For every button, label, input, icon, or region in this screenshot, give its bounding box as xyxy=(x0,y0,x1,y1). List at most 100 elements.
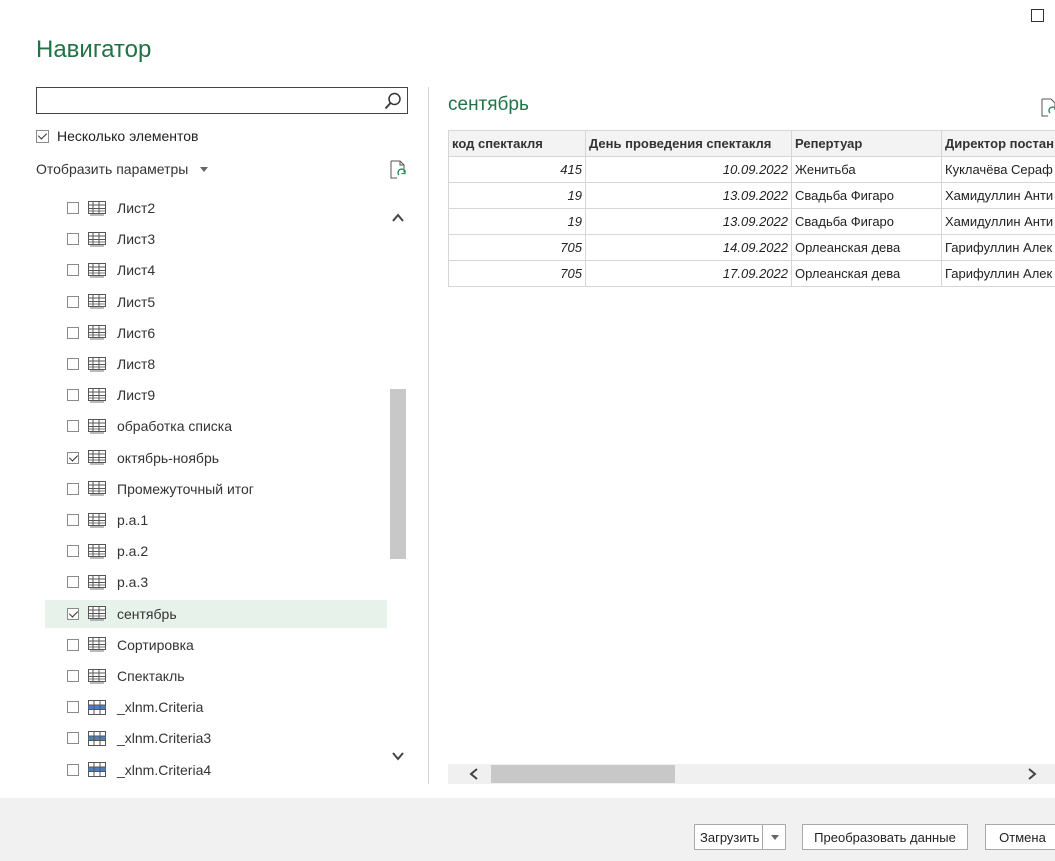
item-checkbox[interactable] xyxy=(67,389,79,402)
load-split-button[interactable]: Загрузить xyxy=(694,824,786,850)
load-options-button[interactable] xyxy=(763,834,785,840)
list-item[interactable]: Промежуточный итог xyxy=(45,475,387,503)
display-options-dropdown[interactable]: Отобразить параметры xyxy=(36,161,209,177)
item-checkbox[interactable] xyxy=(67,638,79,651)
item-checkbox[interactable] xyxy=(67,763,79,776)
list-item[interactable]: Лист4 xyxy=(45,256,387,284)
item-checkbox[interactable] xyxy=(67,701,79,714)
sheet-icon xyxy=(88,637,106,652)
table-row: 415 10.09.2022 Женитьба Куклачёва Сераф xyxy=(448,156,1055,183)
item-checkbox[interactable] xyxy=(67,576,79,589)
item-label: _xlnm.Criteria xyxy=(117,699,204,716)
item-label: обработка списка xyxy=(117,418,233,435)
multi-select-checkbox[interactable] xyxy=(36,129,49,143)
table-cell: Гарифуллин Алек xyxy=(941,260,1055,287)
list-item[interactable]: р.а.3 xyxy=(45,568,387,596)
load-button[interactable]: Загрузить xyxy=(695,825,763,849)
item-checkbox[interactable] xyxy=(67,545,79,558)
vertical-scrollbar[interactable] xyxy=(388,192,409,786)
list-item[interactable]: Спектакль xyxy=(45,662,387,690)
search-input[interactable] xyxy=(41,89,375,114)
list-item[interactable]: р.а.1 xyxy=(45,506,387,534)
list-item[interactable]: сентябрь xyxy=(45,599,387,628)
table-cell: 19 xyxy=(448,208,586,235)
item-checkbox[interactable] xyxy=(67,451,79,464)
sheet-icon xyxy=(88,262,106,278)
item-checkbox[interactable] xyxy=(67,202,79,214)
table-header-row: код спектакля День проведения спектакля … xyxy=(448,130,1055,157)
item-checkbox[interactable] xyxy=(67,358,79,370)
list-item[interactable]: _xlnm.Criteria4 xyxy=(45,756,387,784)
list-item[interactable]: Сортировка xyxy=(45,631,387,659)
item-checkbox[interactable] xyxy=(67,482,79,495)
item-checkbox[interactable] xyxy=(67,295,79,308)
list-item[interactable]: Лист8 xyxy=(45,350,387,378)
list-item[interactable]: Лист6 xyxy=(45,319,387,347)
table-cell: Женитьба xyxy=(791,156,942,183)
scroll-up-icon[interactable] xyxy=(392,212,404,224)
column-header: День проведения спектакля xyxy=(585,130,792,157)
item-checkbox[interactable] xyxy=(67,420,79,433)
item-checkbox[interactable] xyxy=(67,607,79,620)
item-label: _xlnm.Criteria4 xyxy=(117,761,212,778)
item-label: Лист3 xyxy=(117,231,156,248)
list-item[interactable]: обработка списка xyxy=(45,412,387,440)
item-checkbox[interactable] xyxy=(67,233,79,246)
caret-down-icon xyxy=(200,166,209,172)
table-row: 19 13.09.2022 Свадьба Фигаро Хамидуллин Ант… xyxy=(448,208,1055,235)
table-row: 705 17.09.2022 Орлеанская дева Гарифуллин А… xyxy=(448,260,1055,287)
table-cell: 705 xyxy=(448,234,586,261)
table-cell: 705 xyxy=(448,260,586,287)
refresh-preview-icon[interactable] xyxy=(1040,98,1055,118)
item-label: р.а.1 xyxy=(117,512,149,528)
table-cell: Орлеанская дева xyxy=(791,234,942,261)
item-checkbox[interactable] xyxy=(67,514,79,526)
caret-down-icon xyxy=(770,834,779,840)
list-item[interactable]: Лист9 xyxy=(45,381,387,409)
list-item[interactable]: Лист2 xyxy=(45,194,387,222)
list-item[interactable]: _xlnm.Criteria3 xyxy=(45,724,387,752)
horizontal-scroll-thumb[interactable] xyxy=(491,765,675,783)
item-label: _xlnm.Criteria3 xyxy=(117,730,212,747)
item-checkbox[interactable] xyxy=(67,670,79,682)
sheet-icon xyxy=(88,450,106,465)
list-item[interactable]: Лист5 xyxy=(45,288,387,316)
sheet-icon xyxy=(88,200,106,215)
preview-title: сентябрь xyxy=(448,94,529,115)
table-cell: Хамидуллин Анти xyxy=(941,208,1055,235)
cancel-button[interactable]: Отмена xyxy=(985,824,1055,850)
item-label: Лист8 xyxy=(117,356,156,372)
multi-select-option[interactable]: Несколько элементов xyxy=(36,128,199,144)
list-item[interactable]: _xlnm.Criteria xyxy=(45,693,387,721)
navigator-item-list[interactable]: Лист2 Лист3 Лист4 Лист5 Лист6 Лист8 Лист9 обраб… xyxy=(45,192,387,786)
display-options-label: Отобразить параметры xyxy=(36,161,189,177)
table-row: 705 14.09.2022 Орлеанская дева Гарифуллин А… xyxy=(448,234,1055,261)
item-checkbox[interactable] xyxy=(67,326,79,339)
maximize-button[interactable] xyxy=(1031,9,1044,22)
horizontal-scrollbar[interactable] xyxy=(448,764,1055,784)
table-cell: 13.09.2022 xyxy=(585,208,792,235)
search-icon[interactable] xyxy=(383,91,403,111)
column-header: Репертуар xyxy=(791,130,942,157)
table-cell: Орлеанская дева xyxy=(791,260,942,287)
scroll-right-icon[interactable] xyxy=(1026,768,1038,780)
item-checkbox[interactable] xyxy=(67,732,79,745)
item-label: Сортировка xyxy=(117,636,194,653)
list-item[interactable]: Лист3 xyxy=(45,225,387,253)
list-item[interactable]: октябрь-ноябрь xyxy=(45,444,387,472)
scroll-left-icon[interactable] xyxy=(468,768,480,780)
search-box[interactable] xyxy=(36,87,408,114)
sheet-icon xyxy=(88,294,106,309)
refresh-icon[interactable] xyxy=(389,160,407,180)
scroll-down-icon[interactable] xyxy=(392,750,404,762)
vertical-scroll-thumb[interactable] xyxy=(390,389,406,559)
item-label: сентябрь xyxy=(117,605,177,622)
table-cell: 13.09.2022 xyxy=(585,182,792,209)
table-cell: Куклачёва Сераф xyxy=(941,156,1055,183)
item-checkbox[interactable] xyxy=(67,264,79,277)
named-range-icon xyxy=(88,699,106,715)
transform-data-button[interactable]: Преобразовать данные xyxy=(802,824,968,850)
sheet-icon xyxy=(88,512,106,527)
column-header: код спектакля xyxy=(448,130,586,157)
list-item[interactable]: р.а.2 xyxy=(45,537,387,565)
